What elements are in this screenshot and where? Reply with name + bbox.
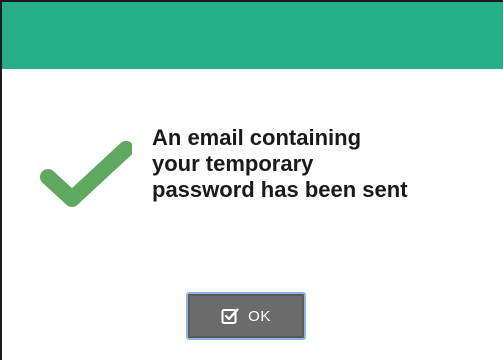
ok-button[interactable]: OK [186, 292, 306, 340]
dialog-title-bar [2, 2, 503, 69]
checkbox-checked-icon [221, 308, 239, 324]
message-line: your temporary [152, 151, 314, 176]
message-row: An email containing your temporary passw… [2, 69, 503, 249]
message-line: password has been sent [152, 177, 408, 202]
message-text: An email containing your temporary passw… [152, 125, 502, 203]
confirmation-dialog: An email containing your temporary passw… [0, 0, 503, 360]
message-line: An email containing [152, 125, 362, 150]
ok-button-label: OK [248, 307, 271, 325]
checkmark-icon [40, 141, 132, 207]
